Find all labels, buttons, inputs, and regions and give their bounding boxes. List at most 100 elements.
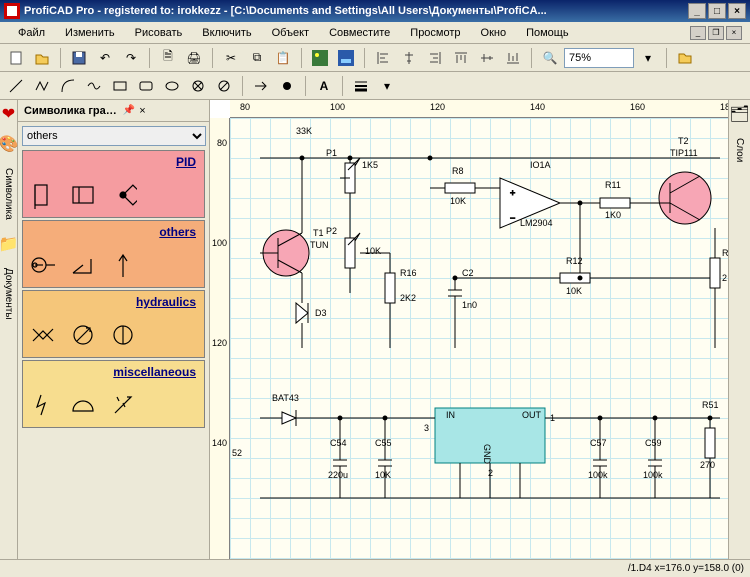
menu-help[interactable]: Помощь xyxy=(516,25,579,41)
right-tab-strip: 🗂 Слои xyxy=(728,100,750,559)
tab-layers[interactable]: Слои xyxy=(733,134,746,166)
symbol-icon[interactable] xyxy=(29,251,57,279)
undo-button[interactable]: ↶ xyxy=(93,47,117,69)
schematic: +− xyxy=(230,118,728,559)
roundrect-tool[interactable] xyxy=(134,75,158,97)
palette-icon[interactable]: 🎨 xyxy=(0,134,18,154)
menu-view[interactable]: Просмотр xyxy=(400,25,470,41)
category-hydraulics[interactable]: hydraulics xyxy=(22,290,205,358)
ellipse-tool[interactable] xyxy=(160,75,184,97)
symbol-icon[interactable] xyxy=(29,391,57,419)
layers-icon[interactable]: 🗂 xyxy=(729,104,749,124)
redo-button[interactable]: ↷ xyxy=(119,47,143,69)
line-tool[interactable] xyxy=(4,75,28,97)
arrow-tool[interactable] xyxy=(249,75,273,97)
menu-insert[interactable]: Включить xyxy=(192,25,261,41)
symbol-icon[interactable] xyxy=(69,321,97,349)
ruler-vertical: 80 100 120 140 xyxy=(210,118,230,559)
copy-button[interactable]: ⧉ xyxy=(245,47,269,69)
zoom-dropdown-button[interactable]: ▾ xyxy=(636,47,660,69)
category-label[interactable]: miscellaneous xyxy=(23,361,204,383)
save-button[interactable] xyxy=(67,47,91,69)
menu-window[interactable]: Окно xyxy=(471,25,517,41)
mdi-restore-button[interactable]: ❐ xyxy=(708,26,724,40)
category-select[interactable]: others xyxy=(22,126,206,146)
image2-button[interactable] xyxy=(334,47,358,69)
category-label[interactable]: hydraulics xyxy=(23,291,204,313)
slash-circle-tool[interactable] xyxy=(212,75,236,97)
canvas-area: 80 100 120 140 160 180 80 100 120 140 +− xyxy=(210,100,728,559)
align-bottom-button[interactable] xyxy=(501,47,525,69)
cross-circle-tool[interactable] xyxy=(186,75,210,97)
polyline-tool[interactable] xyxy=(30,75,54,97)
category-others[interactable]: others xyxy=(22,220,205,288)
heart-icon[interactable]: ❤ xyxy=(2,104,15,124)
symbol-icon[interactable] xyxy=(69,181,97,209)
folder-icon[interactable]: 📁 xyxy=(0,234,18,254)
open-button[interactable] xyxy=(30,47,54,69)
app-icon xyxy=(4,3,20,19)
symbol-icon[interactable] xyxy=(69,391,97,419)
symbol-icon[interactable] xyxy=(69,251,97,279)
pin-icon[interactable]: 📌 xyxy=(123,105,135,116)
tab-symbols[interactable]: Символика xyxy=(2,164,15,224)
maximize-button[interactable]: □ xyxy=(708,3,726,19)
menu-object[interactable]: Объект xyxy=(262,25,319,41)
new-button[interactable] xyxy=(4,47,28,69)
symbol-icon[interactable] xyxy=(109,181,137,209)
print-button[interactable]: 🖨 xyxy=(182,47,206,69)
category-miscellaneous[interactable]: miscellaneous xyxy=(22,360,205,428)
canvas[interactable]: +− xyxy=(230,118,728,559)
arc-tool[interactable] xyxy=(56,75,80,97)
align-hcenter-button[interactable] xyxy=(397,47,421,69)
align-vcenter-button[interactable] xyxy=(475,47,499,69)
zoom-button[interactable]: 🔍 xyxy=(538,47,562,69)
symbol-icon[interactable] xyxy=(109,251,137,279)
linewidth-button[interactable] xyxy=(349,75,373,97)
svg-text:−: − xyxy=(510,213,515,223)
menu-align[interactable]: Совместите xyxy=(319,25,400,41)
sidebar: Символика гра… 📌 × others PID others xyxy=(18,100,210,559)
status-bar: /1.D4 x=176.0 y=158.0 (0) xyxy=(0,559,750,577)
tab-documents[interactable]: Документы xyxy=(2,264,15,324)
paste-button[interactable]: 📋 xyxy=(271,47,295,69)
solid-circle-tool[interactable] xyxy=(275,75,299,97)
folder-yellow-button[interactable] xyxy=(673,47,697,69)
zoom-combo[interactable] xyxy=(564,48,634,68)
align-top-button[interactable] xyxy=(449,47,473,69)
image1-button[interactable] xyxy=(308,47,332,69)
ruler-horizontal: 80 100 120 140 160 180 xyxy=(230,100,728,118)
menu-edit[interactable]: Изменить xyxy=(55,25,125,41)
category-label[interactable]: others xyxy=(23,221,204,243)
category-list: PID others hydraulics xyxy=(18,150,209,559)
category-pid[interactable]: PID xyxy=(22,150,205,218)
align-left-button[interactable] xyxy=(371,47,395,69)
category-label[interactable]: PID xyxy=(23,151,204,173)
panel-close-button[interactable]: × xyxy=(139,105,145,117)
symbol-icon[interactable] xyxy=(109,321,137,349)
title-bar: ProfiCAD Pro - registered to: irokkezz -… xyxy=(0,0,750,22)
align-right-button[interactable] xyxy=(423,47,447,69)
mdi-minimize-button[interactable]: _ xyxy=(690,26,706,40)
print-preview-button[interactable]: 🗎 xyxy=(156,47,180,69)
toolbar-main: ↶ ↷ 🗎 🖨 ✂ ⧉ 📋 🔍 ▾ xyxy=(0,44,750,72)
panel-title: Символика гра… xyxy=(24,105,117,117)
menu-file[interactable]: Файл xyxy=(8,25,55,41)
window-title: ProfiCAD Pro - registered to: irokkezz -… xyxy=(24,5,547,17)
menu-draw[interactable]: Рисовать xyxy=(125,25,193,41)
text-tool[interactable]: A xyxy=(312,75,336,97)
curve-tool[interactable] xyxy=(82,75,106,97)
close-button[interactable]: × xyxy=(728,3,746,19)
minimize-button[interactable]: _ xyxy=(688,3,706,19)
symbol-icon[interactable] xyxy=(29,321,57,349)
menu-bar: Файл Изменить Рисовать Включить Объект С… xyxy=(0,22,750,44)
status-text: /1.D4 x=176.0 y=158.0 (0) xyxy=(628,563,744,574)
cut-button[interactable]: ✂ xyxy=(219,47,243,69)
symbol-icon[interactable] xyxy=(109,391,137,419)
left-tab-strip: ❤ 🎨 Символика 📁 Документы xyxy=(0,100,18,559)
linewidth-dropdown[interactable]: ▾ xyxy=(375,75,399,97)
symbol-icon[interactable] xyxy=(29,181,57,209)
mdi-close-button[interactable]: × xyxy=(726,26,742,40)
panel-header: Символика гра… 📌 × xyxy=(18,100,209,122)
rect-tool[interactable] xyxy=(108,75,132,97)
